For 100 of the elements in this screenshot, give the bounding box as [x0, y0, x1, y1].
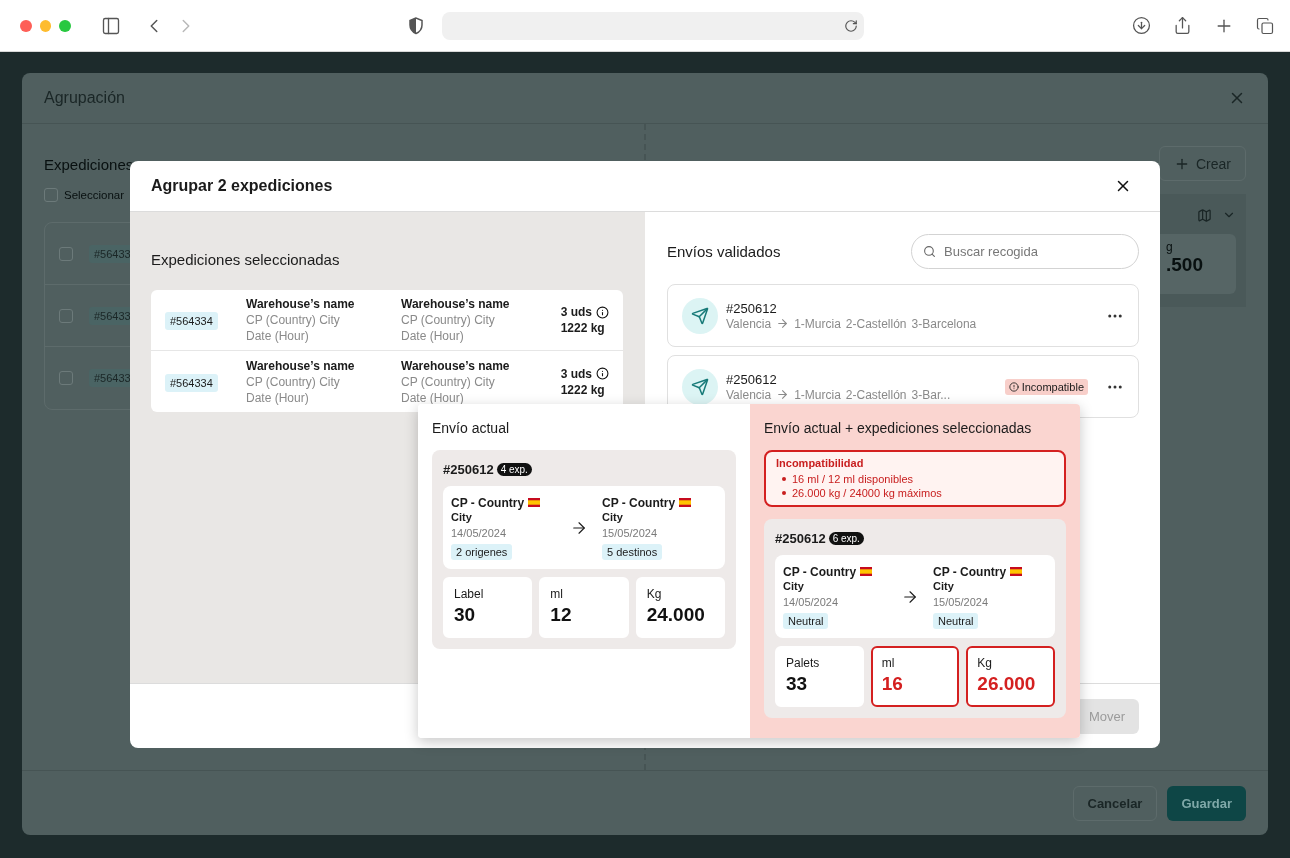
send-icon — [682, 368, 718, 405]
arrow-icon — [776, 317, 790, 330]
weight-text: 1222 kg — [560, 320, 605, 336]
units-text: 3 uds — [560, 304, 592, 320]
summary-value: .500 — [1166, 254, 1204, 276]
alert-item: 26.000 kg / 24000 kg máximos — [792, 487, 942, 499]
stop-text: 1-Murcia — [794, 387, 841, 402]
warehouse-name: Warehouse’s name — [401, 296, 511, 312]
info-icon[interactable] — [596, 367, 609, 380]
select-all-label: Seleccionar — [64, 189, 125, 201]
count-pill: 4 exp. — [496, 462, 532, 476]
metric-label: Kg — [646, 587, 663, 601]
maximize-window-icon[interactable] — [59, 19, 72, 32]
map-icon[interactable] — [1197, 207, 1212, 223]
sidebar-icon[interactable] — [101, 15, 122, 36]
stops-tag: 2 origenes — [451, 543, 513, 560]
reload-icon[interactable] — [844, 18, 858, 33]
metric-label: Kg — [977, 656, 993, 670]
section-title: Expediciones — [44, 155, 134, 173]
place-name: CP - Country — [783, 564, 857, 579]
shipment-id: #250612 — [726, 371, 778, 387]
city-name: City — [602, 509, 623, 525]
search-icon — [923, 245, 936, 258]
flag-icon — [1010, 567, 1023, 576]
stop-text: 3-Barcelona — [911, 316, 977, 331]
flag-icon — [860, 567, 873, 576]
stops-tag: 5 destinos — [602, 543, 663, 560]
date-text: 15/05/2024 — [602, 525, 658, 541]
date-text: Date (Hour) — [401, 389, 465, 406]
shield-icon[interactable] — [408, 16, 425, 35]
download-icon[interactable] — [1132, 16, 1151, 35]
popover-title: Envío actual — [432, 419, 511, 438]
checkbox[interactable] — [59, 371, 73, 385]
dialog-title: Agrupar 2 expediciones — [151, 177, 333, 195]
summary-label: g — [1166, 240, 1174, 254]
date-text: 15/05/2024 — [933, 594, 989, 610]
metric-value: 24.000 — [646, 604, 706, 626]
send-icon — [682, 297, 718, 334]
flag-icon — [528, 498, 541, 507]
address-text: CP (Country) City — [246, 373, 341, 390]
expedition-tag: #564334 — [165, 373, 218, 392]
bullet-icon — [782, 491, 786, 495]
stop-text: 2-Castellón — [845, 316, 907, 331]
warehouse-name: Warehouse’s name — [246, 296, 356, 312]
shipment-id: #250612 — [726, 300, 778, 316]
popover-title: Envío actual + expediciones seleccionadas — [764, 419, 1033, 438]
metric-value: 12 — [550, 604, 573, 626]
date-text: Date (Hour) — [401, 328, 465, 344]
shipment-row[interactable]: #250612 Valencia 1-Murcia 2-Castellón 3-Barcelona — [667, 284, 1139, 347]
units-text: 3 uds — [560, 365, 592, 382]
info-icon[interactable] — [596, 305, 609, 319]
metric-label: ml — [550, 587, 564, 601]
shipment-id: #250612 — [775, 530, 826, 546]
alert-item: 16 ml / 12 ml disponibles — [792, 473, 914, 485]
status-badge: Incompatible — [1004, 378, 1088, 395]
date-text: 14/05/2024 — [451, 525, 507, 541]
metric-value: 33 — [786, 673, 809, 695]
modal-title: Agrupación — [44, 89, 125, 107]
checkbox[interactable] — [59, 246, 73, 261]
weight-text: 1222 kg — [560, 381, 605, 398]
stops-tag: Neutral — [933, 612, 979, 629]
place-name: CP - Country — [602, 495, 676, 510]
expedition-tag: #564334 — [165, 312, 218, 330]
date-text: Date (Hour) — [246, 389, 310, 406]
city-name: City — [783, 578, 804, 594]
place-name: CP - Country — [451, 495, 525, 510]
origin-text: Valencia — [726, 387, 772, 402]
checkbox[interactable] — [59, 308, 73, 323]
city-name: City — [933, 578, 954, 594]
shipment-id: #250612 — [443, 461, 494, 477]
checkbox[interactable] — [44, 188, 58, 202]
footer-button[interactable]: Guardar — [1167, 785, 1246, 821]
bullet-icon — [782, 477, 786, 481]
metric-label: Palets — [786, 656, 821, 670]
share-icon[interactable] — [1173, 16, 1192, 35]
address-text: CP (Country) City — [401, 373, 496, 390]
stops-tag: Neutral — [783, 612, 829, 629]
metric-label: ml — [881, 656, 896, 670]
stop-text: 2-Castellón — [845, 387, 907, 402]
stop-text: 3-Bar... — [911, 387, 951, 402]
alert-title: Incompatibilidad — [776, 457, 865, 469]
footer-button[interactable]: Cancelar — [1072, 785, 1158, 821]
date-text: 14/05/2024 — [783, 594, 839, 610]
section-title: Envíos validados — [667, 242, 781, 262]
origin-text: Valencia — [726, 316, 772, 331]
warehouse-name: Warehouse’s name — [401, 357, 511, 374]
address-text: CP (Country) City — [401, 312, 496, 328]
metric-value: 16 — [881, 673, 904, 695]
flag-icon — [679, 498, 692, 507]
close-window-icon[interactable] — [20, 19, 32, 32]
stop-text: 1-Murcia — [794, 316, 841, 331]
search-field[interactable]: Buscar recogida — [911, 234, 1139, 269]
section-title: Expediciones seleccionadas — [151, 250, 341, 270]
date-text: Date (Hour) — [246, 328, 310, 344]
count-pill: 6 exp. — [828, 531, 864, 545]
tabs-icon[interactable] — [1256, 16, 1274, 35]
arrow-icon — [776, 388, 790, 401]
metric-value: 26.000 — [977, 673, 1037, 695]
place-name: CP - Country — [933, 564, 1007, 579]
city-name: City — [451, 509, 472, 525]
